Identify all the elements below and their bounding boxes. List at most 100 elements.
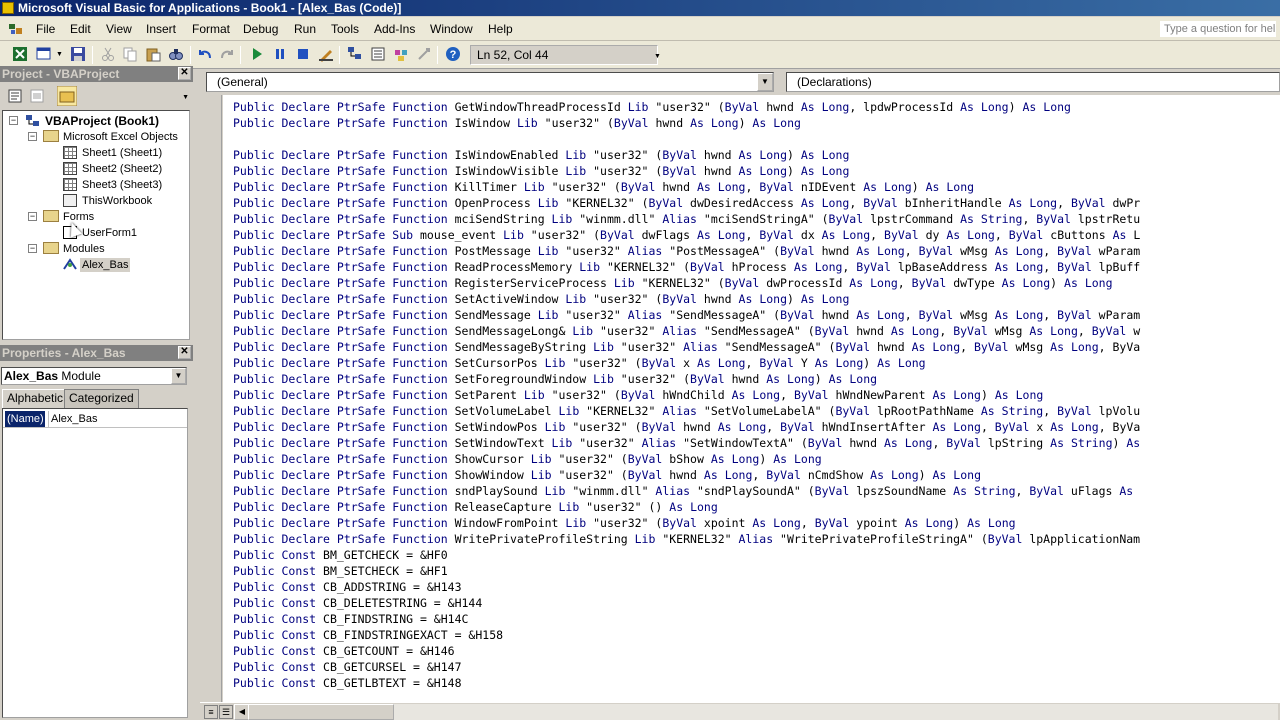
code-line[interactable]: Public Const CB_DELETESTRING = &H144: [233, 595, 482, 611]
code-line[interactable]: Public Declare PtrSafe Function SendMess…: [233, 323, 1140, 339]
object-selector[interactable]: Alex_Bas Module ▼: [1, 367, 187, 385]
tree-folder-modules[interactable]: Modules: [63, 242, 105, 256]
code-line[interactable]: Public Declare PtrSafe Function Register…: [233, 275, 1113, 291]
code-line[interactable]: Public Declare PtrSafe Function ShowWind…: [233, 467, 981, 483]
object-combo[interactable]: (General) ▼: [206, 72, 774, 92]
chevron-down-icon[interactable]: ▼: [182, 94, 189, 101]
scroll-thumb[interactable]: [248, 704, 394, 720]
toggle-folders-icon[interactable]: [57, 86, 77, 106]
menu-window[interactable]: Window: [430, 21, 473, 37]
code-line[interactable]: Public Declare PtrSafe Function OpenProc…: [233, 195, 1140, 211]
design-mode-icon[interactable]: [318, 46, 334, 62]
code-line[interactable]: Public Declare PtrSafe Function mciSendS…: [233, 211, 1140, 227]
code-line[interactable]: Public Const CB_FINDSTRING = &H14C: [233, 611, 468, 627]
help-question-box[interactable]: Type a question for help: [1160, 21, 1276, 37]
code-line[interactable]: Public Declare PtrSafe Function sndPlayS…: [233, 483, 1133, 499]
collapse-icon[interactable]: −: [28, 132, 37, 141]
code-line[interactable]: Public Declare PtrSafe Function IsWindow…: [233, 147, 849, 163]
close-icon[interactable]: ✕: [178, 346, 191, 359]
chevron-down-icon[interactable]: ▼: [757, 73, 773, 91]
toolbox-icon[interactable]: [416, 46, 432, 62]
tree-item-thisworkbook[interactable]: ThisWorkbook: [82, 194, 152, 208]
code-line[interactable]: Public Declare PtrSafe Function KillTime…: [233, 179, 974, 195]
code-line[interactable]: Public Declare PtrSafe Function SetActiv…: [233, 291, 849, 307]
procedure-view-icon[interactable]: ≡: [204, 705, 218, 719]
tab-alphabetic[interactable]: Alphabetic: [2, 389, 69, 408]
menu-tools[interactable]: Tools: [331, 21, 359, 37]
code-line[interactable]: Public Declare PtrSafe Function ShowCurs…: [233, 451, 822, 467]
property-value[interactable]: Alex_Bas: [48, 411, 187, 427]
code-line[interactable]: Public Declare PtrSafe Function ReadProc…: [233, 259, 1140, 275]
close-icon[interactable]: ✕: [178, 67, 191, 80]
code-line[interactable]: Public Declare PtrSafe Function SetForeg…: [233, 371, 877, 387]
tree-item-alex-bas[interactable]: Alex_Bas: [80, 258, 131, 272]
undo-icon[interactable]: [197, 46, 213, 62]
paste-icon[interactable]: [145, 46, 161, 62]
code-line[interactable]: Public Declare PtrSafe Function IsWindow…: [233, 115, 801, 131]
code-line[interactable]: Public Const CB_ADDSTRING = &H143: [233, 579, 462, 595]
properties-icon[interactable]: [370, 46, 386, 62]
code-line[interactable]: Public Declare PtrSafe Function WritePri…: [233, 531, 1140, 547]
menu-file[interactable]: File: [36, 21, 55, 37]
object-browser-icon[interactable]: [393, 46, 409, 62]
tree-item-sheet3[interactable]: Sheet3 (Sheet3): [82, 178, 162, 192]
code-line[interactable]: Public Declare PtrSafe Function SetVolum…: [233, 403, 1140, 419]
help-icon[interactable]: ?: [445, 46, 461, 62]
collapse-icon[interactable]: −: [28, 244, 37, 253]
code-line[interactable]: Public Declare PtrSafe Sub mouse_event L…: [233, 227, 1140, 243]
break-icon[interactable]: [272, 46, 288, 62]
code-line[interactable]: Public Declare PtrSafe Function IsWindow…: [233, 163, 849, 179]
horizontal-scrollbar[interactable]: ≡ ☰ ◀: [200, 702, 1280, 720]
code-line[interactable]: Public Declare PtrSafe Function SendMess…: [233, 307, 1140, 323]
menu-run[interactable]: Run: [294, 21, 316, 37]
vba-menu-icon[interactable]: [8, 22, 24, 36]
margin-indicator-bar[interactable]: [200, 95, 222, 702]
tab-categorized[interactable]: Categorized: [64, 389, 139, 408]
code-line[interactable]: Public Const BM_SETCHECK = &HF1: [233, 563, 448, 579]
code-line[interactable]: Public Declare PtrSafe Function SetCurso…: [233, 355, 926, 371]
menu-insert[interactable]: Insert: [146, 21, 176, 37]
tree-folder-excel-objects[interactable]: Microsoft Excel Objects: [63, 130, 178, 144]
project-explorer-icon[interactable]: [347, 46, 363, 62]
code-line[interactable]: Public Const CB_GETCURSEL = &H147: [233, 659, 462, 675]
copy-icon[interactable]: [122, 46, 138, 62]
tree-item-sheet2[interactable]: Sheet2 (Sheet2): [82, 162, 162, 176]
code-line[interactable]: Public Declare PtrSafe Function SetParen…: [233, 387, 1043, 403]
code-editor[interactable]: Public Declare PtrSafe Function GetWindo…: [223, 95, 1280, 702]
toolbar-options-icon[interactable]: ▼: [654, 53, 661, 60]
run-icon[interactable]: [249, 46, 265, 62]
menu-help[interactable]: Help: [488, 21, 513, 37]
insert-userform-icon[interactable]: [36, 46, 52, 62]
menu-debug[interactable]: Debug: [243, 21, 278, 37]
redo-icon[interactable]: [219, 46, 235, 62]
scroll-track[interactable]: [248, 704, 1278, 720]
property-row[interactable]: (Name) Alex_Bas: [3, 411, 187, 428]
collapse-icon[interactable]: −: [9, 116, 18, 125]
code-line[interactable]: Public Const CB_GETCOUNT = &H146: [233, 643, 455, 659]
chevron-down-icon[interactable]: ▼: [56, 51, 63, 58]
reset-icon[interactable]: [295, 46, 311, 62]
save-icon[interactable]: [70, 46, 86, 62]
tree-folder-forms[interactable]: Forms: [63, 210, 94, 224]
view-code-icon[interactable]: [7, 88, 23, 104]
view-object-icon[interactable]: [29, 88, 45, 104]
code-line[interactable]: Public Declare PtrSafe Function PostMess…: [233, 243, 1140, 259]
procedure-combo[interactable]: (Declarations): [786, 72, 1280, 92]
menu-edit[interactable]: Edit: [70, 21, 91, 37]
code-line[interactable]: Public Declare PtrSafe Function GetWindo…: [233, 99, 1071, 115]
code-line[interactable]: Public Const CB_GETLBTEXT = &H148: [233, 675, 462, 691]
code-line[interactable]: Public Declare PtrSafe Function WindowFr…: [233, 515, 1016, 531]
menu-view[interactable]: View: [106, 21, 132, 37]
code-line[interactable]: Public Declare PtrSafe Function ReleaseC…: [233, 499, 718, 515]
chevron-down-icon[interactable]: ▼: [171, 368, 186, 384]
menu-add-ins[interactable]: Add-Ins: [374, 21, 415, 37]
cut-icon[interactable]: [100, 46, 116, 62]
code-line[interactable]: Public Declare PtrSafe Function SetWindo…: [233, 435, 1140, 451]
code-line[interactable]: Public Declare PtrSafe Function SendMess…: [233, 339, 1140, 355]
tree-item-sheet1[interactable]: Sheet1 (Sheet1): [82, 146, 162, 160]
full-module-view-icon[interactable]: ☰: [219, 705, 233, 719]
tree-root-vbaproject[interactable]: VBAProject (Book1): [45, 114, 159, 128]
code-line[interactable]: Public Const BM_GETCHECK = &HF0: [233, 547, 448, 563]
find-icon[interactable]: [168, 46, 184, 62]
collapse-icon[interactable]: −: [28, 212, 37, 221]
